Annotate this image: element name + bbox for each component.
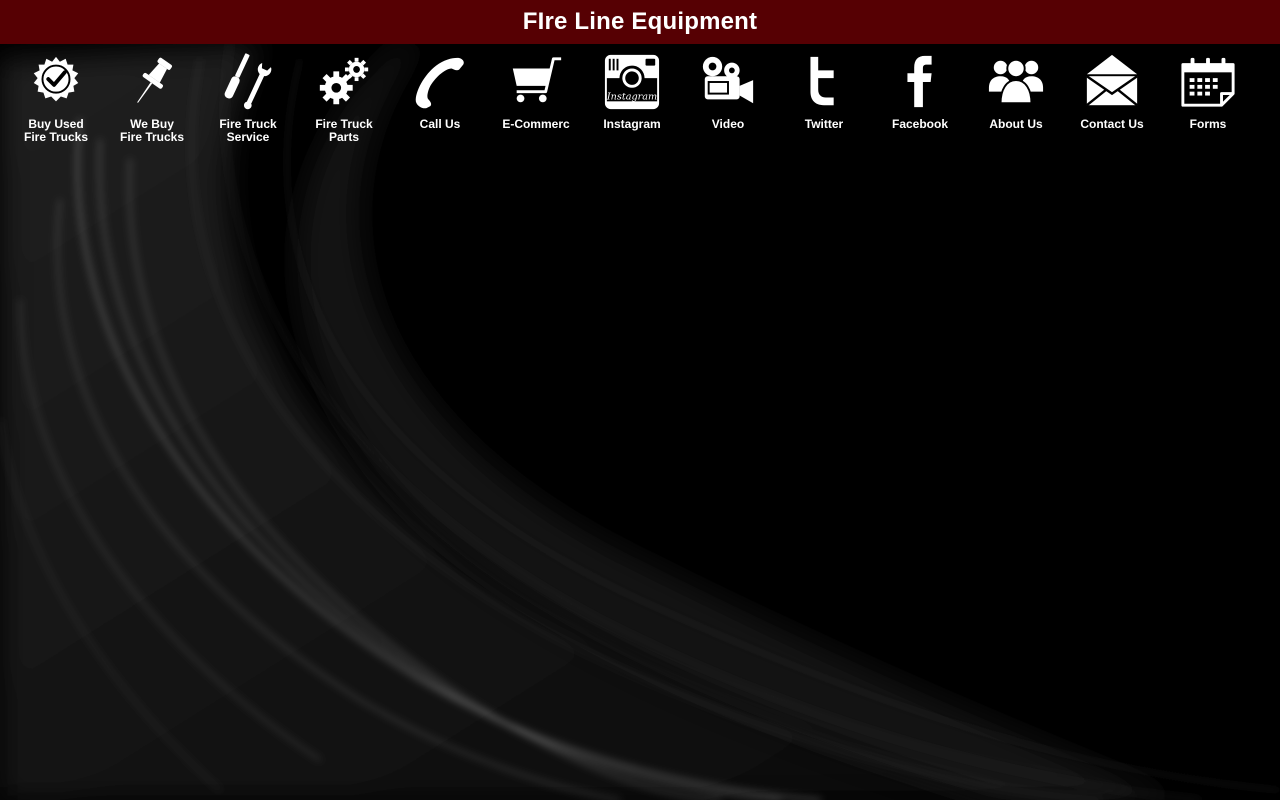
nav-item-call-us[interactable]: Call Us: [392, 52, 488, 144]
icon-nav: Buy Used Fire Trucks We Buy Fire Trucks: [8, 52, 1256, 144]
nav-item-forms[interactable]: Forms: [1160, 52, 1256, 144]
svg-text:Instagram: Instagram: [606, 91, 657, 102]
nav-item-label: Buy Used Fire Trucks: [23, 118, 89, 144]
nav-item-label: Forms: [1189, 118, 1227, 131]
nav-item-label: Fire Truck Service: [219, 118, 277, 144]
tools-icon: [218, 52, 278, 112]
badge-check-icon: [26, 52, 86, 112]
app-header: FIre Line Equipment: [0, 0, 1280, 44]
nav-item-label: E-Commerc: [502, 118, 570, 131]
instagram-icon: Instagram: [602, 52, 662, 112]
calendar-icon: [1178, 52, 1238, 112]
nav-item-label: About Us: [989, 118, 1043, 131]
people-icon: [986, 52, 1046, 112]
nav-item-about-us[interactable]: About Us: [968, 52, 1064, 144]
gears-icon: [314, 52, 374, 112]
nav-item-label: Twitter: [804, 118, 844, 131]
nav-item-label: We Buy Fire Trucks: [119, 118, 185, 144]
nav-item-buy-used-fire-trucks[interactable]: Buy Used Fire Trucks: [8, 52, 104, 144]
envelope-icon: [1082, 52, 1142, 112]
cart-icon: [506, 52, 566, 112]
nav-item-label: Facebook: [891, 118, 948, 131]
pushpin-icon: [122, 52, 182, 112]
nav-item-label: Fire Truck Parts: [315, 118, 373, 144]
nav-item-label: Instagram: [603, 118, 661, 131]
nav-item-video[interactable]: Video: [680, 52, 776, 144]
video-camera-icon: [698, 52, 758, 112]
twitter-icon: [794, 52, 854, 112]
phone-icon: [410, 52, 470, 112]
nav-item-instagram[interactable]: Instagram Instagram: [584, 52, 680, 144]
nav-item-label: Video: [711, 118, 745, 131]
nav-item-fire-truck-service[interactable]: Fire Truck Service: [200, 52, 296, 144]
nav-item-facebook[interactable]: Facebook: [872, 52, 968, 144]
nav-item-e-commerce[interactable]: E-Commerc: [488, 52, 584, 144]
nav-item-label: Contact Us: [1080, 118, 1144, 131]
nav-item-twitter[interactable]: Twitter: [776, 52, 872, 144]
nav-item-we-buy-fire-trucks[interactable]: We Buy Fire Trucks: [104, 52, 200, 144]
facebook-icon: [890, 52, 950, 112]
nav-item-fire-truck-parts[interactable]: Fire Truck Parts: [296, 52, 392, 144]
app-window: FIre Line Equipment Buy Used Fire Trucks: [0, 0, 1280, 800]
nav-item-contact-us[interactable]: Contact Us: [1064, 52, 1160, 144]
app-title: FIre Line Equipment: [522, 8, 758, 35]
nav-item-label: Call Us: [419, 118, 461, 131]
